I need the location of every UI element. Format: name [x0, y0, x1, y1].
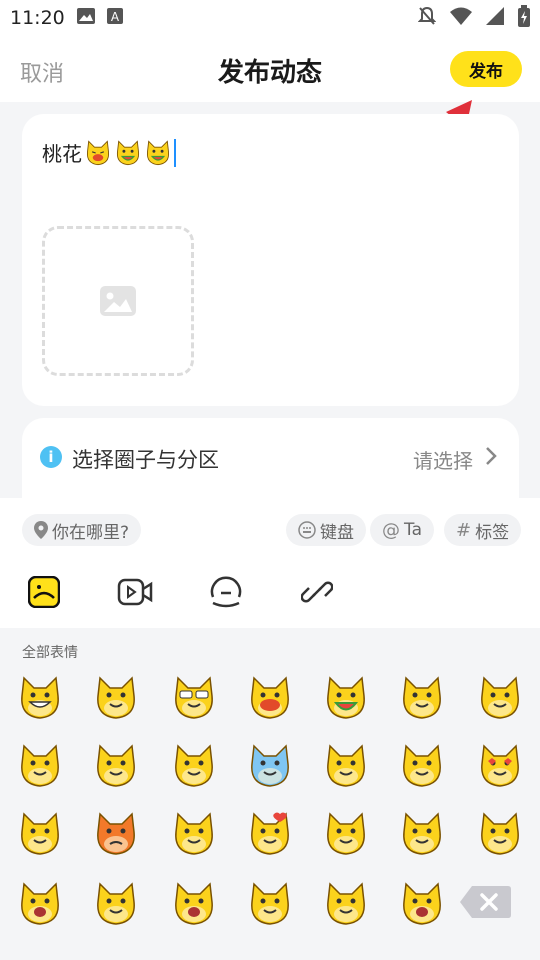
add-image-button[interactable] [42, 226, 194, 376]
status-time: 11:20 [10, 7, 65, 29]
emoji-shy-icon[interactable] [398, 742, 446, 790]
watermelon-cat-emoji-icon [146, 139, 170, 165]
publish-button[interactable]: 发布 [450, 51, 522, 87]
emoji-laugh-icon[interactable] [398, 674, 446, 722]
wifi-icon [450, 7, 472, 29]
emoji-happy-icon[interactable] [16, 810, 64, 858]
emoji-wall-icon[interactable] [92, 742, 140, 790]
emoji-wink-icon[interactable] [170, 810, 218, 858]
crying-cat-emoji-icon [86, 139, 110, 165]
emoji-facepalm-icon[interactable] [170, 742, 218, 790]
location-pin-icon [34, 521, 48, 539]
svg-text:A: A [111, 10, 120, 24]
delete-backspace-icon[interactable] [458, 884, 512, 920]
image-icon [76, 8, 95, 28]
link-icon[interactable] [299, 574, 335, 610]
tag-label: 标签 [475, 522, 510, 543]
info-icon: i [40, 446, 62, 468]
emoji-ok-icon[interactable] [476, 810, 524, 858]
emoji-angry-icon[interactable] [92, 810, 140, 858]
compose-card: 桃花 [22, 114, 519, 406]
status-bar: 11:20 A [0, 0, 540, 36]
emoji-grin-icon[interactable] [16, 674, 64, 722]
emoji-smile-icon[interactable] [322, 810, 370, 858]
battery-charging-icon [518, 5, 530, 31]
bottom-panel: 你在哪里? 键盘 @ Ta # 标签 全部表情 [0, 498, 540, 960]
at-icon: @ [382, 519, 400, 541]
mention-chip[interactable]: @ Ta [370, 514, 434, 546]
chevron-right-icon [486, 447, 497, 465]
emoji-tab-icon[interactable] [26, 574, 62, 610]
emoji-hearteyes-icon[interactable] [476, 742, 524, 790]
media-tabs [0, 574, 540, 626]
keyboard-chip[interactable]: 键盘 [286, 514, 366, 546]
emoji-confused-icon[interactable] [322, 880, 370, 928]
emoji-sob-icon[interactable] [246, 880, 294, 928]
post-text: 桃花 [42, 142, 82, 166]
emoji-section-title: 全部表情 [22, 645, 78, 661]
silent-icon [417, 6, 437, 30]
image-placeholder-icon [100, 286, 136, 316]
cancel-button[interactable]: 取消 [20, 56, 64, 88]
emoji-sweat-icon[interactable] [92, 880, 140, 928]
signal-icon [486, 7, 504, 29]
location-chip[interactable]: 你在哪里? [22, 514, 142, 546]
emoji-heart-icon[interactable] [246, 810, 294, 858]
emoji-duck-icon[interactable] [246, 674, 294, 722]
emoji-dizzy-icon[interactable] [16, 742, 64, 790]
emoji-shout-icon[interactable] [398, 880, 446, 928]
location-label: 你在哪里? [52, 522, 130, 543]
emoji-cry-icon[interactable] [476, 674, 524, 722]
emoji-sly-icon[interactable] [398, 810, 446, 858]
emoji-smirk-icon[interactable] [322, 742, 370, 790]
circle-selector[interactable]: i 选择圈子与分区 请选择 [22, 418, 519, 498]
watermelon-cat-emoji-icon [116, 139, 140, 165]
hash-icon: # [456, 519, 472, 541]
tag-chip[interactable]: # 标签 [444, 514, 522, 546]
emoji-yawn-icon[interactable] [170, 880, 218, 928]
a-box-icon: A [106, 8, 123, 28]
video-icon[interactable] [117, 574, 153, 610]
sticker-face-icon[interactable] [208, 574, 244, 610]
keyboard-icon [298, 521, 316, 539]
mention-label: Ta [404, 520, 422, 540]
emoji-frozen-icon[interactable] [246, 742, 294, 790]
header: 取消 发布动态 发布 [0, 36, 540, 102]
text-cursor [174, 138, 176, 167]
circle-placeholder: 请选择 [413, 449, 473, 473]
emoji-glasses-icon[interactable] [170, 674, 218, 722]
emoji-panel: 全部表情 [0, 628, 540, 960]
emoji-tongue-icon[interactable] [92, 674, 140, 722]
emoji-open-icon[interactable] [16, 880, 64, 928]
circle-label: 选择圈子与分区 [72, 448, 219, 472]
keyboard-label: 键盘 [320, 522, 354, 543]
post-text-input[interactable]: 桃花 [42, 138, 176, 167]
emoji-watermelon-icon[interactable] [322, 674, 370, 722]
